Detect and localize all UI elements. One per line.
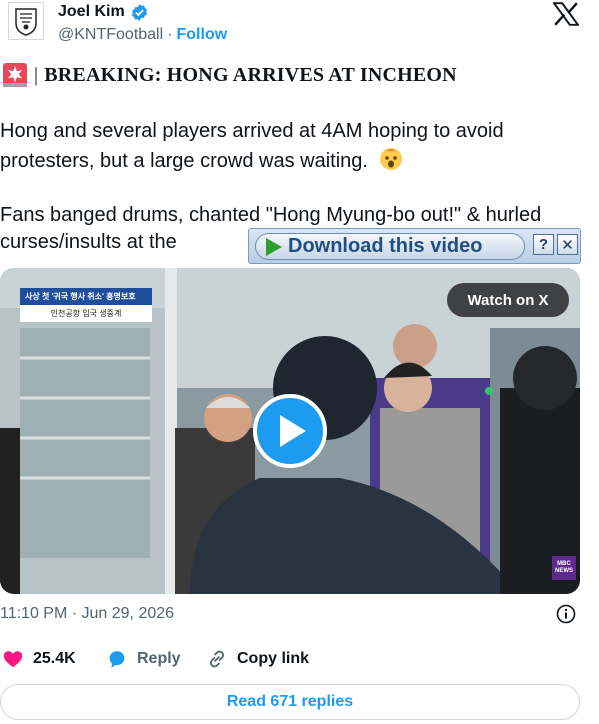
x-logo-icon[interactable] [553,2,579,26]
download-close-button[interactable]: ✕ [557,234,578,255]
like-count: 25.4K [33,650,76,667]
download-video-button[interactable]: Download this video [255,233,525,260]
author-handle[interactable]: @KNTFootball [58,26,163,44]
author-name-row: Joel Kim [58,1,149,23]
copy-link-button[interactable]: Copy link [206,648,309,670]
video-player[interactable]: 사상 첫 '귀국 행사 취소' 홍명보호 인천공항 입국 생중계 Watch o… [0,268,580,594]
follow-button[interactable]: Follow [177,26,228,44]
tweet-paragraph: Hong and several players arrived at 4AM … [0,118,580,175]
tweet-headline: | BREAKING: HONG ARRIVES AT INCHEON [2,62,457,88]
author-display-name[interactable]: Joel Kim [58,3,125,21]
news-caption-top: 사상 첫 '귀국 행사 취소' 홍명보호 [20,288,152,305]
reply-button[interactable]: Reply [106,648,181,670]
copy-link-label: Copy link [237,650,310,667]
play-icon [280,415,306,447]
play-button[interactable] [253,394,327,468]
headline-separator: | [34,63,39,86]
verified-badge-icon [131,3,147,21]
author-handle-row: @KNTFootball · Follow [58,26,227,44]
tweet-header: Joel Kim @KNTFootball · Follow [0,0,599,56]
link-icon [210,650,224,668]
handle-separator: · [167,26,173,43]
news-caption: 사상 첫 '귀국 행사 취소' 홍명보호 인천공항 입국 생중계 [20,288,152,322]
tweet-actions: 25.4K Reply Copy link [0,648,580,674]
info-icon[interactable] [556,604,576,624]
download-arrow-icon [266,237,282,256]
download-help-button[interactable]: ? [533,234,554,255]
headline-text: BREAKING: HONG ARRIVES AT INCHEON [44,63,457,86]
avatar-emblem-icon [15,8,37,36]
download-video-bar: Download this video ? ✕ [248,228,581,264]
paragraph-1-text: Hong and several players arrived at 4AM … [0,120,504,172]
download-video-label: Download this video [288,235,483,257]
like-button[interactable]: 25.4K [2,648,76,670]
reply-bubble-icon [109,651,125,668]
shocked-face-icon [379,148,402,170]
news-caption-bottom: 인천공항 입국 생중계 [20,305,152,322]
read-replies-button[interactable]: Read 671 replies [0,684,580,720]
network-badge: MBC NEWS [552,556,576,580]
reply-label: Reply [137,650,181,667]
author-avatar[interactable] [8,2,44,40]
watch-on-x-button[interactable]: Watch on X [447,283,569,317]
tweet-timestamp[interactable]: 11:10 PM · Jun 29, 2026 [0,605,174,623]
heart-icon [3,651,23,668]
siren-icon [3,63,27,87]
